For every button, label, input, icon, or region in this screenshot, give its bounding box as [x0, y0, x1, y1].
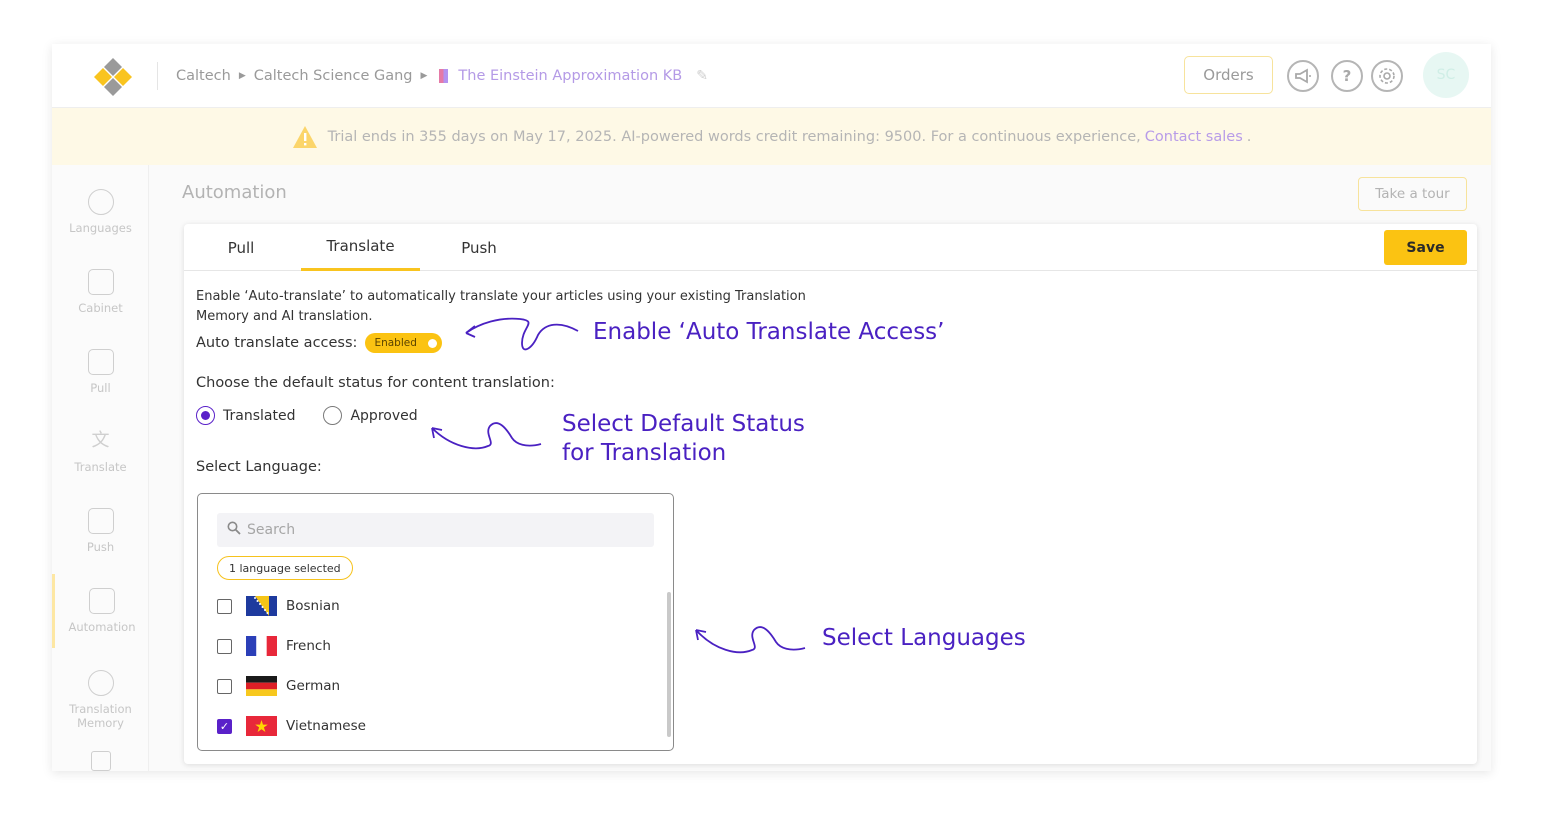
sidebar-item-cabinet[interactable]: Cabinet — [52, 255, 149, 329]
vietnam-flag-icon — [246, 716, 277, 736]
sidebar-item-label: Automation — [68, 620, 136, 634]
radio-label[interactable]: Translated — [223, 408, 295, 424]
language-name: Vietnamese — [286, 718, 366, 734]
search-input[interactable] — [247, 522, 647, 538]
radio-dot — [201, 411, 210, 420]
kb-name[interactable]: The Einstein Approximation KB — [458, 68, 682, 84]
trial-banner: Trial ends in 355 days on May 17, 2025. … — [52, 108, 1491, 165]
scrollbar[interactable] — [667, 592, 671, 737]
auto-translate-label: Auto translate access: — [196, 335, 358, 351]
avatar[interactable]: SC — [1423, 52, 1469, 98]
sidebar-item-pull[interactable]: Pull — [52, 335, 149, 409]
toggle-text: Enabled — [374, 337, 417, 349]
sidebar-item-label: Pull — [90, 381, 111, 395]
france-flag-icon — [246, 636, 277, 656]
pull-icon — [87, 349, 114, 375]
trial-text: Trial ends in 355 days on May 17, 2025. … — [327, 128, 1141, 145]
language-option-bosnian[interactable]: Bosnian — [217, 594, 340, 618]
warning-icon — [292, 125, 318, 149]
cabinet-icon — [87, 269, 114, 295]
orders-button[interactable]: Orders — [1184, 56, 1273, 94]
translation-memory-icon — [87, 670, 114, 696]
tab-push[interactable]: Push — [446, 224, 512, 271]
toggle-knob — [428, 338, 438, 348]
language-name: French — [286, 638, 331, 654]
checkbox[interactable] — [217, 598, 232, 614]
contact-sales-link[interactable]: Contact sales — [1145, 129, 1243, 145]
annotation-line: for Translation — [562, 440, 727, 466]
language-name: Bosnian — [286, 598, 340, 614]
tab-bar: Pull Translate Push Save — [184, 224, 1477, 271]
checkbox[interactable] — [217, 678, 232, 694]
search-icon — [227, 521, 241, 539]
edit-icon[interactable]: ✎ — [696, 68, 708, 84]
translate-icon: 文 — [91, 430, 110, 451]
glossary-icon[interactable] — [91, 751, 111, 771]
breadcrumb-item[interactable]: Caltech Science Gang — [254, 68, 413, 84]
sidebar-item-label: Languages — [69, 221, 132, 235]
annotation-select-languages: Select Languages — [822, 625, 1026, 651]
automation-card: Pull Translate Push Save Enable ‘Auto-tr… — [184, 224, 1477, 764]
search-field — [217, 513, 654, 547]
tab-pull[interactable]: Pull — [208, 224, 274, 271]
annotation-arrow — [695, 626, 806, 654]
annotation-arrow — [431, 422, 542, 450]
help-icon[interactable]: ? — [1331, 60, 1363, 92]
take-tour-button[interactable]: Take a tour — [1358, 177, 1467, 211]
checkbox-checked[interactable]: ✓ — [217, 718, 232, 734]
sidebar-item-translate[interactable]: 文 Translate — [52, 414, 149, 488]
header-divider — [157, 62, 158, 90]
megaphone-icon[interactable] — [1287, 60, 1319, 92]
language-option-french[interactable]: French — [217, 634, 331, 658]
sidebar-item-label: Cabinet — [78, 301, 123, 315]
chevron-right-icon: ▶ — [238, 71, 246, 81]
settings-icon[interactable] — [1371, 60, 1403, 92]
sidebar-item-push[interactable]: Push — [52, 494, 149, 568]
app-window: Caltech ▶ Caltech Science Gang ▶ The Ein… — [52, 44, 1491, 771]
sidebar-item-languages[interactable]: Languages — [52, 175, 149, 249]
status-radio-group: Translated Approved — [196, 406, 418, 425]
tab-translate[interactable]: Translate — [301, 224, 420, 271]
germany-flag-icon — [246, 676, 277, 696]
select-language-label: Select Language: — [196, 459, 322, 475]
annotation-default-status: Select Default Status for Translation — [562, 410, 805, 468]
auto-translate-row: Auto translate access: Enabled — [196, 333, 443, 353]
radio-translated[interactable] — [196, 406, 215, 425]
sidebar: Languages Cabinet Pull 文 Translate Push … — [52, 165, 149, 771]
language-option-german[interactable]: German — [217, 674, 340, 698]
kb-flag-icon — [439, 69, 449, 83]
language-selector: 1 language selected Bosnian French — [197, 493, 674, 751]
annotation-auto-translate: Enable ‘Auto Translate Access’ — [593, 319, 945, 345]
page-title: Automation — [182, 182, 287, 203]
languages-icon — [87, 189, 114, 215]
radio-label[interactable]: Approved — [350, 408, 417, 424]
checkbox[interactable] — [217, 638, 232, 654]
save-button[interactable]: Save — [1384, 230, 1467, 265]
top-bar: Caltech ▶ Caltech Science Gang ▶ The Ein… — [52, 44, 1491, 108]
push-icon — [87, 508, 114, 534]
radio-approved[interactable] — [323, 406, 343, 425]
auto-translate-toggle[interactable]: Enabled — [365, 333, 443, 353]
bosnia-flag-icon — [246, 596, 277, 616]
breadcrumb-item[interactable]: Caltech — [176, 68, 231, 84]
selected-count-chip: 1 language selected — [217, 556, 353, 580]
sidebar-item-translation-memory[interactable]: Translation Memory — [52, 655, 149, 745]
sidebar-item-label: Translate — [74, 460, 127, 474]
language-option-vietnamese[interactable]: ✓ Vietnamese — [217, 714, 366, 738]
annotation-line: Select Default Status — [562, 411, 805, 437]
annotation-arrow — [465, 317, 579, 351]
breadcrumb: Caltech ▶ Caltech Science Gang ▶ The Ein… — [176, 66, 708, 86]
sidebar-item-label: Push — [86, 540, 115, 554]
automation-icon — [89, 588, 115, 614]
status-question: Choose the default status for content tr… — [196, 375, 555, 391]
chevron-right-icon: ▶ — [420, 71, 428, 81]
sidebar-item-automation[interactable]: Automation — [52, 574, 149, 648]
app-logo[interactable] — [90, 54, 136, 100]
language-name: German — [286, 678, 341, 694]
sidebar-item-label: Translation Memory — [69, 702, 132, 730]
trial-suffix: . — [1246, 128, 1252, 145]
